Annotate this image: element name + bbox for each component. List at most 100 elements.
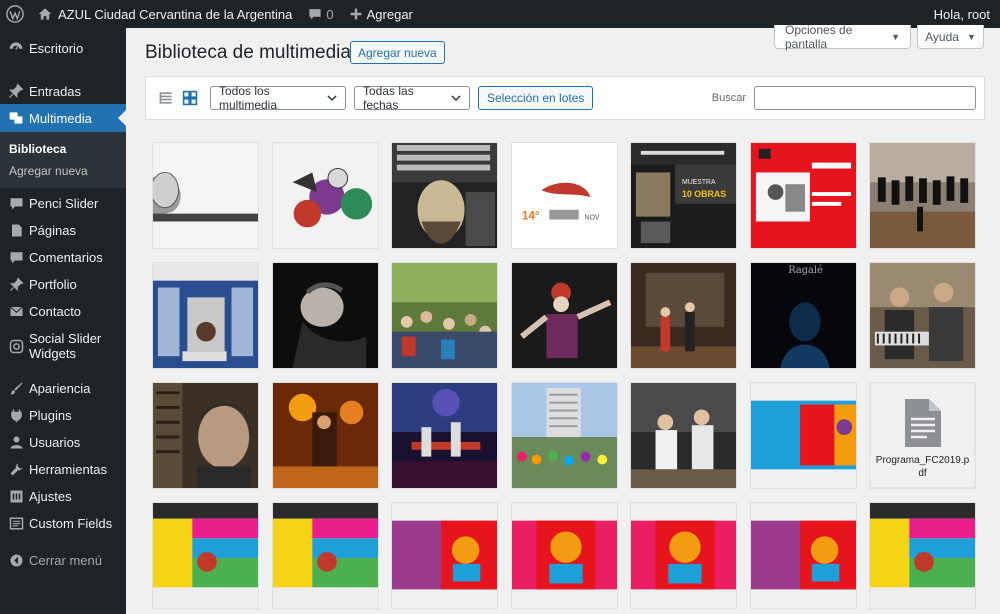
media-thumbnail[interactable] — [510, 382, 618, 489]
bulk-select-button[interactable]: Selección en lotes — [478, 86, 594, 110]
menu-custom-fields[interactable]: Custom Fields — [0, 510, 126, 537]
media-thumbnail[interactable] — [749, 382, 857, 489]
media-thumbnail[interactable] — [271, 382, 379, 489]
new-content-link[interactable]: Agregar — [342, 0, 421, 28]
user-account-link[interactable]: Hola, root — [926, 0, 1000, 28]
search-label: Buscar — [711, 92, 746, 104]
media-thumbnail[interactable] — [271, 502, 379, 609]
menu-portfolio[interactable]: Portfolio — [0, 271, 126, 298]
menu-herramientas[interactable]: Herramientas — [0, 456, 126, 483]
svg-text:Ragalé: Ragalé — [788, 265, 823, 276]
wrench-icon — [6, 460, 26, 480]
menu-comentarios[interactable]: Comentarios — [0, 244, 126, 271]
settings-icon — [6, 487, 26, 507]
pin-icon — [6, 275, 26, 295]
media-thumbnail[interactable] — [510, 502, 618, 609]
menu-label: Social Slider Widgets — [29, 331, 102, 361]
menu-contacto[interactable]: Contacto — [0, 298, 126, 325]
media-thumbnail[interactable] — [152, 142, 259, 249]
svg-text:MUESTRA: MUESTRA — [682, 179, 716, 186]
plugin-icon — [6, 406, 26, 426]
menu-label: Contacto — [29, 304, 82, 319]
menu-paginas[interactable]: Páginas — [0, 217, 126, 244]
screen-options-button[interactable]: Opciones de pantalla ▼ — [774, 22, 911, 51]
media-thumbnail[interactable] — [749, 142, 857, 249]
mail-icon — [6, 302, 26, 322]
menu-entradas[interactable]: Entradas — [0, 78, 126, 104]
media-type-filter[interactable]: Todos los multimedia — [210, 84, 346, 112]
comment-icon — [309, 9, 321, 20]
media-thumbnail[interactable] — [391, 502, 498, 609]
collapse-label: Cerrar menú — [29, 552, 102, 568]
media-thumbnail[interactable] — [391, 142, 498, 249]
menu-ajustes[interactable]: Ajustes — [0, 483, 126, 510]
media-file-tile[interactable]: Programa_FC2019.pdf — [869, 382, 976, 489]
media-thumbnail[interactable] — [510, 262, 618, 369]
menu-apariencia[interactable]: Apariencia — [0, 375, 126, 402]
comments-link[interactable]: 0 — [300, 0, 341, 28]
media-thumbnail[interactable]: MUESTRA 10 OBRAS — [630, 142, 737, 249]
menu-multimedia[interactable]: Multimedia — [0, 104, 126, 132]
menu-label: Entradas — [29, 83, 82, 99]
menu-label: Custom Fields — [29, 516, 113, 531]
media-thumbnail[interactable] — [152, 382, 259, 489]
media-thumbnail[interactable] — [869, 262, 976, 369]
date-filter[interactable]: Todas las fechas — [354, 84, 470, 112]
media-thumbnail[interactable] — [869, 142, 976, 249]
submenu-biblioteca[interactable]: Biblioteca — [0, 138, 126, 160]
svg-text:10 OBRAS: 10 OBRAS — [682, 189, 726, 199]
new-content-label: Agregar — [366, 6, 413, 22]
submenu-agregar-nueva[interactable]: Agregar nueva — [0, 160, 126, 182]
view-switch — [158, 90, 198, 106]
collapse-menu-button[interactable]: Cerrar menú — [0, 547, 126, 573]
media-thumbnail[interactable] — [271, 142, 379, 249]
add-new-button[interactable]: Agregar nueva — [350, 41, 445, 64]
menu-label: Ajustes — [29, 489, 72, 504]
screen-options-label: Opciones de pantalla — [785, 22, 853, 51]
media-thumbnail[interactable] — [869, 502, 976, 609]
file-name: Programa_FC2019.pdf — [870, 454, 975, 480]
menu-label: Herramientas — [29, 462, 108, 477]
svg-text:NOV: NOV — [584, 215, 599, 222]
collapse-icon — [6, 550, 26, 570]
grid-view-icon[interactable] — [182, 90, 198, 106]
dashboard-icon — [6, 38, 26, 58]
media-thumbnail[interactable]: Ragalé — [749, 262, 857, 369]
menu-social-slider-widgets[interactable]: Social Slider Widgets — [0, 325, 126, 367]
menu-plugins[interactable]: Plugins — [0, 402, 126, 429]
caret-down-icon: ▼ — [891, 31, 900, 42]
media-thumbnail[interactable] — [630, 262, 737, 369]
wordpress-logo-icon[interactable] — [0, 0, 30, 28]
media-grid: 14° NOV MUESTRA 10 OBRAS Ragalé Programa… — [152, 142, 982, 614]
user-icon — [6, 433, 26, 453]
howdy-label: Hola, root — [933, 6, 990, 22]
media-thumbnail[interactable] — [630, 382, 737, 489]
page-icon — [6, 221, 26, 241]
media-thumbnail[interactable] — [391, 382, 498, 489]
menu-label: Páginas — [29, 223, 76, 238]
media-thumbnail[interactable] — [391, 262, 498, 369]
media-thumbnail[interactable] — [152, 502, 259, 609]
help-button[interactable]: Ayuda ▼ — [917, 25, 984, 49]
media-thumbnail[interactable] — [152, 262, 259, 369]
caret-down-icon: ▼ — [966, 31, 976, 42]
search-input[interactable] — [754, 86, 976, 110]
media-type-value: Todos los multimedia — [219, 84, 278, 112]
menu-label: Usuarios — [29, 435, 81, 450]
chevron-down-icon — [451, 93, 461, 103]
menu-penci-slider[interactable]: Penci Slider — [0, 190, 126, 217]
media-thumbnail[interactable] — [749, 502, 857, 609]
media-thumbnail[interactable] — [271, 262, 379, 369]
comments-count: 0 — [326, 6, 334, 22]
list-view-icon[interactable] — [158, 90, 174, 106]
plus-icon — [350, 8, 362, 20]
media-toolbar: Todos los multimedia Todas las fechas Se… — [145, 76, 985, 120]
multimedia-submenu: Biblioteca Agregar nueva — [0, 132, 126, 188]
menu-escritorio[interactable]: Escritorio — [0, 28, 126, 68]
menu-label: Comentarios — [29, 250, 103, 265]
media-thumbnail[interactable] — [630, 502, 737, 609]
comment-icon — [6, 248, 26, 268]
site-name-link[interactable]: AZUL Ciudad Cervantina de la Argentina — [30, 0, 300, 28]
menu-usuarios[interactable]: Usuarios — [0, 429, 126, 456]
media-thumbnail[interactable]: 14° NOV — [510, 142, 618, 249]
